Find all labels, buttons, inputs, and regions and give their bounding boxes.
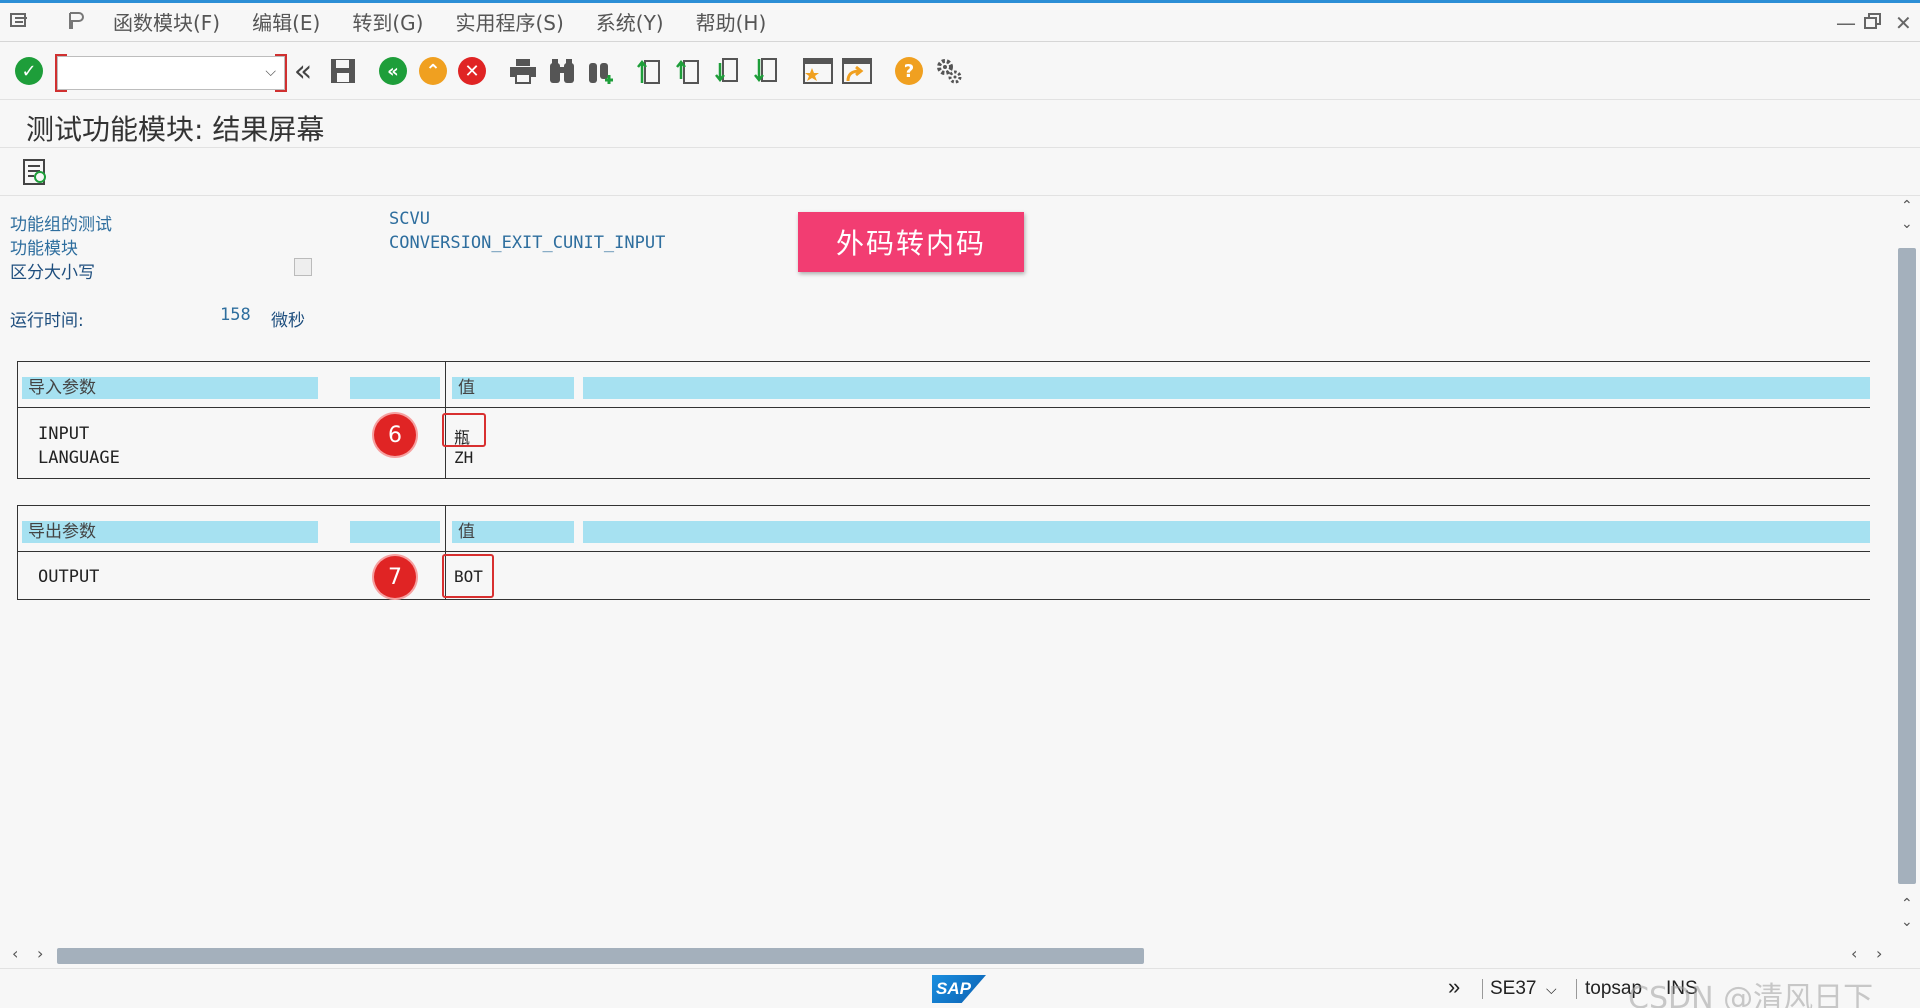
function-module-label: 功能模块 <box>10 239 78 259</box>
command-field[interactable]: ⌵ <box>57 56 285 90</box>
menu-utilities[interactable]: 实用程序(S) <box>455 9 563 37</box>
chevron-down-icon[interactable]: ⌵ <box>1546 981 1557 998</box>
annotation-banner: 外码转内码 <box>798 212 1024 272</box>
find-next-icon[interactable] <box>586 56 616 86</box>
step-marker-6: 6 <box>374 414 416 456</box>
scroll-up-icon[interactable]: ⌃ <box>1901 896 1913 912</box>
import-header-spacer <box>350 377 440 399</box>
title-bar: 测试功能模块: 结果屏幕 <box>0 100 1920 148</box>
export-header-fill <box>583 521 1870 543</box>
vertical-scrollbar[interactable]: ⌃ ⌄ ⌃ ⌄ <box>1895 196 1920 940</box>
exit-icon[interactable]: ⌃ <box>418 56 448 86</box>
previous-page-icon[interactable] <box>675 56 705 86</box>
standard-toolbar: ✓ ⌵ « « ⌃ ✕ ? <box>0 42 1920 100</box>
scroll-right-icon[interactable]: › <box>37 944 43 963</box>
param-name-input: INPUT <box>38 424 90 444</box>
save-icon[interactable] <box>328 56 358 86</box>
import-header-row: 导入参数 值 <box>18 362 1870 408</box>
export-value-header: 值 <box>452 521 574 543</box>
menu-goto[interactable]: 转到(G) <box>352 9 423 37</box>
back-double-icon[interactable]: « <box>288 54 318 89</box>
back-icon[interactable]: « <box>378 56 408 86</box>
transaction-code[interactable]: SE37 <box>1490 978 1536 1000</box>
find-icon[interactable] <box>547 56 577 86</box>
shortcut-icon[interactable] <box>842 56 872 86</box>
expand-status-icon[interactable]: » <box>1448 974 1460 1000</box>
param-name-output: OUTPUT <box>38 567 100 587</box>
case-sensitive-label: 区分大小写 <box>10 263 95 283</box>
settings-icon[interactable] <box>934 56 964 86</box>
help-icon[interactable]: ? <box>894 56 924 86</box>
function-group-value: SCVU <box>389 209 430 229</box>
menu-function-module[interactable]: 函数模块(F) <box>113 9 220 37</box>
runtime-unit: 微秒 <box>271 311 305 331</box>
runtime-label: 运行时间: <box>10 311 84 331</box>
application-toolbar <box>0 148 1920 196</box>
import-value-header: 值 <box>452 377 574 399</box>
menu-bar: 函数模块(F) 编辑(E) 转到(G) 实用程序(S) 系统(Y) 帮助(H) … <box>0 0 1920 42</box>
print-icon[interactable] <box>508 56 538 86</box>
scroll-down-icon[interactable]: ⌄ <box>1901 914 1913 930</box>
minimize-icon[interactable]: — <box>1836 11 1856 35</box>
export-header-label: 导出参数 <box>22 521 318 543</box>
export-header-row: 导出参数 值 <box>18 506 1870 552</box>
import-header-label: 导入参数 <box>22 377 318 399</box>
create-session-icon[interactable] <box>803 56 833 86</box>
close-icon[interactable]: ✕ <box>1895 11 1912 35</box>
csdn-watermark: CSDN @清风日下 <box>1628 981 1874 1008</box>
first-page-icon[interactable] <box>636 56 666 86</box>
param-value-language[interactable]: ZH <box>454 448 473 467</box>
customize-icon[interactable] <box>66 11 88 31</box>
function-group-label: 功能组的测试 <box>10 215 112 235</box>
status-bar: SAP » SE37 ⌵ topsap INS CSDN @清风日下 <box>0 968 1920 1008</box>
scroll-up-icon[interactable]: ⌃ <box>1901 198 1913 214</box>
step-marker-7: 7 <box>374 556 416 598</box>
system-menu-icon[interactable] <box>10 11 32 31</box>
menu-help[interactable]: 帮助(H) <box>696 9 767 37</box>
param-name-language: LANGUAGE <box>38 448 120 468</box>
horizontal-scrollbar[interactable]: ‹ › ‹ › <box>0 940 1920 968</box>
next-page-icon[interactable] <box>714 56 744 86</box>
result-screen: 功能组的测试 SCVU 功能模块 CONVERSION_EXIT_CUNIT_I… <box>0 196 1895 940</box>
export-header-spacer <box>350 521 440 543</box>
scroll-down-icon[interactable]: ⌄ <box>1901 216 1913 232</box>
status-separator <box>1576 979 1577 999</box>
input-value-highlight <box>442 413 486 447</box>
import-parameters-table: 导入参数 值 INPUT 瓶 LANGUAGE ZH 6 <box>17 361 1870 479</box>
export-parameters-table: 导出参数 值 OUTPUT BOT 7 <box>17 505 1870 600</box>
vertical-scroll-thumb[interactable] <box>1898 248 1916 884</box>
sap-logo: SAP <box>932 975 986 1003</box>
menu-edit[interactable]: 编辑(E) <box>252 9 320 37</box>
enter-icon[interactable]: ✓ <box>14 56 44 86</box>
chevron-down-icon[interactable]: ⌵ <box>265 64 276 80</box>
scroll-right-icon[interactable]: › <box>1876 944 1882 963</box>
import-header-fill <box>583 377 1870 399</box>
cancel-icon[interactable]: ✕ <box>457 56 487 86</box>
command-input[interactable] <box>58 57 248 87</box>
scroll-left-icon[interactable]: ‹ <box>1851 944 1857 963</box>
menu-system[interactable]: 系统(Y) <box>596 9 664 37</box>
function-module-value: CONVERSION_EXIT_CUNIT_INPUT <box>389 233 666 253</box>
case-sensitive-checkbox[interactable] <box>294 258 312 276</box>
horizontal-scroll-thumb[interactable] <box>57 948 1144 964</box>
last-page-icon[interactable] <box>753 56 783 86</box>
restore-icon[interactable] <box>1863 11 1883 35</box>
output-value-highlight <box>442 554 494 598</box>
debugging-icon[interactable] <box>22 158 48 190</box>
page-title: 测试功能模块: 结果屏幕 <box>26 113 325 146</box>
status-separator <box>1482 979 1483 999</box>
runtime-value: 158 <box>220 305 251 325</box>
scroll-left-icon[interactable]: ‹ <box>12 944 18 963</box>
